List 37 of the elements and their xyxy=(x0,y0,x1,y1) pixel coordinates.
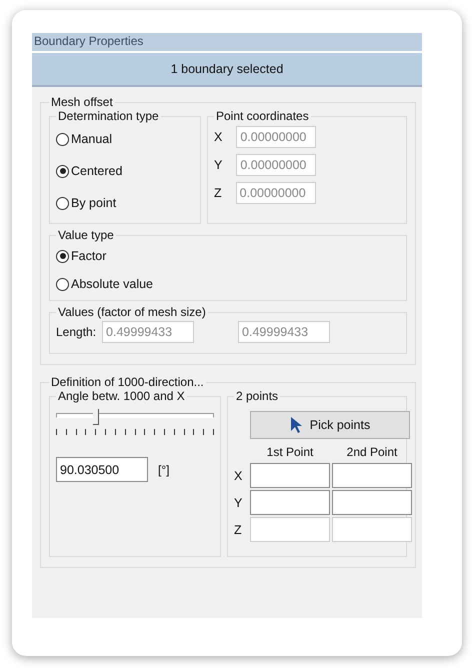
group-title: Value type xyxy=(57,228,115,242)
radio-option[interactable]: By point xyxy=(56,187,194,219)
radio-option[interactable]: Factor xyxy=(56,242,400,270)
unit-label: [°] xyxy=(158,462,170,476)
axis-label: X xyxy=(234,468,244,484)
axis-label: Z xyxy=(214,186,222,200)
radio-icon[interactable] xyxy=(56,278,69,290)
column-header: 1st Point xyxy=(266,445,314,461)
input-field[interactable] xyxy=(332,463,412,488)
input-field[interactable] xyxy=(332,490,412,515)
radio-icon[interactable] xyxy=(56,132,69,146)
group-title: 2 points xyxy=(235,389,280,403)
input-field[interactable] xyxy=(250,463,330,488)
radio-option[interactable]: Absolute value xyxy=(56,270,400,298)
radio-icon[interactable] xyxy=(56,250,69,262)
cursor-icon xyxy=(290,416,304,434)
input-field[interactable] xyxy=(250,490,330,515)
radio-option[interactable]: Centered xyxy=(56,155,194,187)
axis-label: Y xyxy=(214,158,222,172)
group-title: Angle betw. 1000 and X xyxy=(57,389,186,403)
group-title: Values (factor of mesh size) xyxy=(57,305,207,319)
axis-label: Y xyxy=(234,494,244,512)
group-title: Definition of 1000-direction... xyxy=(50,375,205,389)
radio-option[interactable]: Manual xyxy=(56,123,194,155)
axis-label: Z xyxy=(234,522,243,538)
field-label: Length: xyxy=(56,325,96,339)
axis-label: X xyxy=(214,130,222,144)
group-title: Point coordinates xyxy=(215,109,310,123)
selection-status: 1 boundary selected xyxy=(32,53,422,87)
panel-title: Boundary Properties xyxy=(32,33,422,53)
group-title: Mesh offset xyxy=(50,95,114,109)
radio-icon[interactable] xyxy=(56,164,69,178)
pick-points-button[interactable]: Pick points xyxy=(250,411,410,439)
column-header: 2nd Point xyxy=(346,445,398,461)
group-title: Determination type xyxy=(57,109,160,123)
input-field[interactable]: 90.030500 xyxy=(56,457,148,482)
radio-icon[interactable] xyxy=(56,196,69,210)
